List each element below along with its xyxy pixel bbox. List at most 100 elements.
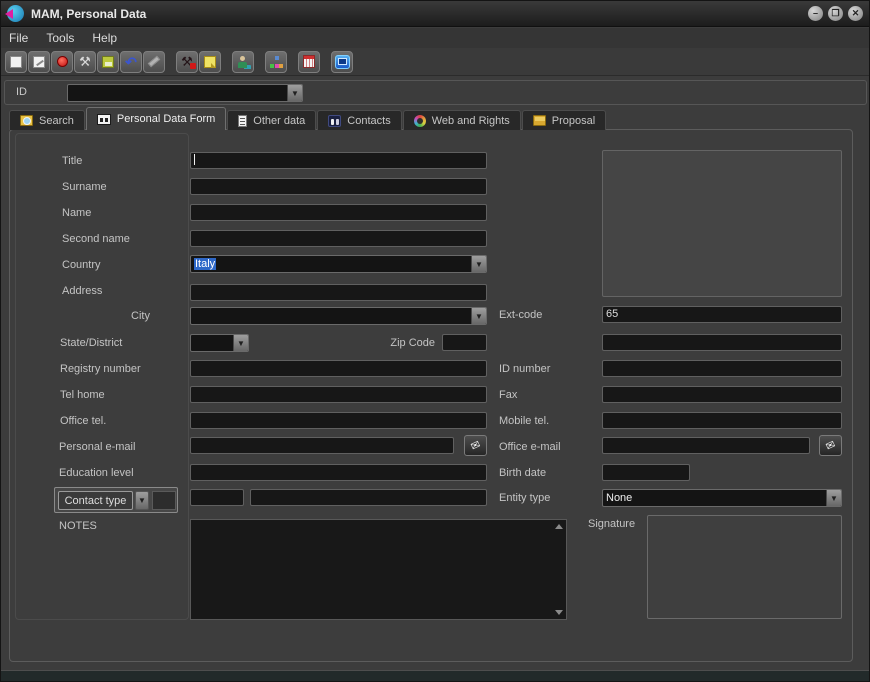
country-combobox[interactable]: Italy ▼ <box>190 255 487 273</box>
second-name-field[interactable] <box>190 230 487 247</box>
eraser-icon <box>148 56 160 68</box>
contact-type-button[interactable]: Contact type <box>58 491 133 510</box>
tel-home-label: Tel home <box>60 389 105 401</box>
signature-label: Signature <box>588 518 635 530</box>
registry-number-label: Registry number <box>60 363 141 375</box>
notes-label: NOTES <box>59 520 97 532</box>
contact-type-short-field[interactable] <box>190 489 244 506</box>
app-logo-icon <box>7 5 24 22</box>
contact-type-long-field[interactable] <box>250 489 487 506</box>
city-combobox[interactable]: ▼ <box>190 307 487 325</box>
tab-search[interactable]: Search <box>9 110 85 130</box>
tools-button[interactable]: ⚒ <box>74 51 96 73</box>
personal-email-field[interactable] <box>190 437 454 454</box>
org-chart-icon <box>270 56 283 68</box>
registry-number-field[interactable] <box>190 360 487 377</box>
chevron-down-icon[interactable]: ▼ <box>287 85 302 101</box>
state-combobox[interactable]: ▼ <box>190 334 249 352</box>
tab-label: Other data <box>253 115 305 127</box>
calculator-button[interactable] <box>298 51 320 73</box>
name-field[interactable] <box>190 204 487 221</box>
menu-tools[interactable]: Tools <box>46 31 84 45</box>
chevron-down-icon[interactable]: ▼ <box>471 256 486 272</box>
save-button[interactable] <box>97 51 119 73</box>
menu-file[interactable]: File <box>9 31 38 45</box>
id-combobox[interactable]: ▼ <box>67 84 303 102</box>
title-label: Title <box>62 155 82 167</box>
title-field[interactable] <box>190 152 487 169</box>
tab-label: Personal Data Form <box>117 113 215 125</box>
structure-button[interactable] <box>265 51 287 73</box>
personal-email-send-button[interactable]: ✉ <box>464 435 487 456</box>
entity-type-combobox[interactable]: None ▼ <box>602 489 842 507</box>
page-edit-icon <box>33 56 45 68</box>
tab-label: Proposal <box>552 115 595 127</box>
surname-field[interactable] <box>190 178 487 195</box>
ext-code-field[interactable]: 65 <box>602 306 842 323</box>
notes-textarea[interactable] <box>190 519 567 620</box>
office-email-send-button[interactable]: ✉ <box>819 435 842 456</box>
fax-field[interactable] <box>602 386 842 403</box>
state-label: State/District <box>60 337 122 349</box>
zip-field[interactable] <box>442 334 487 351</box>
title-bar[interactable]: MAM, Personal Data – ❐ ✕ <box>1 1 869 27</box>
clear-button[interactable] <box>143 51 165 73</box>
tab-proposal[interactable]: Proposal <box>522 110 606 130</box>
pin-icon <box>57 56 68 67</box>
minimize-button[interactable]: – <box>808 6 823 21</box>
contact-type-code-box[interactable] <box>152 491 176 510</box>
personal-data-form-panel: Title Surname Name Second name Country A… <box>9 129 853 662</box>
education-level-label: Education level <box>59 467 134 479</box>
signature-box[interactable] <box>647 515 842 619</box>
zip-label: Zip Code <box>365 337 435 349</box>
office-email-label: Office e-mail <box>499 441 561 453</box>
fax-label: Fax <box>499 389 517 401</box>
page-icon <box>10 56 22 68</box>
scroll-up-icon[interactable] <box>555 524 563 529</box>
tab-web-and-rights[interactable]: Web and Rights <box>403 110 521 130</box>
close-button[interactable]: ✕ <box>848 6 863 21</box>
education-level-field[interactable] <box>190 464 487 481</box>
mobile-tel-field[interactable] <box>602 412 842 429</box>
new-record-button[interactable] <box>5 51 27 73</box>
photo-box[interactable] <box>602 150 842 297</box>
user-button[interactable] <box>232 51 254 73</box>
envelope-icon: ✉ <box>469 438 483 454</box>
tel-home-field[interactable] <box>190 386 487 403</box>
office-email-field[interactable] <box>602 437 810 454</box>
state-value <box>191 335 233 351</box>
office-tel-label: Office tel. <box>60 415 106 427</box>
ext-code-label: Ext-code <box>499 309 542 321</box>
chevron-down-icon[interactable]: ▼ <box>471 308 486 324</box>
chevron-down-icon[interactable]: ▼ <box>233 335 248 351</box>
label-column-panel <box>15 133 189 620</box>
maximize-button[interactable]: ❐ <box>828 6 843 21</box>
text-caret <box>194 154 195 165</box>
tab-contacts[interactable]: Contacts <box>317 110 401 130</box>
office-tel-field[interactable] <box>190 412 487 429</box>
edit-record-button[interactable] <box>28 51 50 73</box>
tab-label: Contacts <box>347 115 390 127</box>
undo-button[interactable]: ↶ <box>120 51 142 73</box>
scroll-down-icon[interactable] <box>555 610 563 615</box>
tab-label: Web and Rights <box>432 115 510 127</box>
chevron-down-icon[interactable]: ▼ <box>135 491 149 510</box>
birth-date-field[interactable] <box>602 464 690 481</box>
locate-button[interactable] <box>51 51 73 73</box>
form-icon <box>97 114 111 125</box>
unlabeled-right-field[interactable] <box>602 334 842 351</box>
document-icon <box>238 115 247 127</box>
id-value <box>68 85 287 101</box>
tab-label: Search <box>39 115 74 127</box>
chevron-down-icon[interactable]: ▼ <box>826 490 841 506</box>
planner-button[interactable] <box>331 51 353 73</box>
tab-other-data[interactable]: Other data <box>227 110 316 130</box>
delete-button[interactable]: ⚒ <box>176 51 198 73</box>
wrench-icon: ⚒ <box>79 55 91 68</box>
id-number-field[interactable] <box>602 360 842 377</box>
id-label: ID <box>16 86 27 98</box>
tab-personal-data-form[interactable]: Personal Data Form <box>86 107 226 130</box>
notes-button[interactable] <box>199 51 221 73</box>
address-field[interactable] <box>190 284 487 301</box>
menu-help[interactable]: Help <box>92 31 127 45</box>
